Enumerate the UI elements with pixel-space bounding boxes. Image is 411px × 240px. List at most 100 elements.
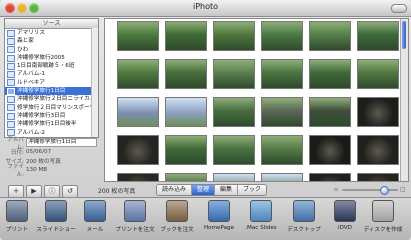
photo-thumbnail[interactable] (213, 97, 255, 127)
album-icon (7, 46, 15, 54)
source-list-item[interactable]: 沖縄修学旅行1日目後半 (5, 120, 98, 128)
photo-thumbnail[interactable] (165, 21, 207, 51)
homepage-button[interactable]: HomePage (196, 200, 242, 231)
info-size-value: 200 枚の写真 (26, 158, 61, 165)
source-list-item-label: 修学旅行２日目マリンスポーツ (17, 104, 96, 111)
zoom-slider-knob[interactable] (380, 186, 389, 195)
photo-thumbnail[interactable] (213, 135, 255, 165)
photo-thumbnail[interactable] (165, 59, 207, 89)
photo-thumbnail[interactable] (309, 59, 351, 89)
photo-thumbnail[interactable] (309, 97, 351, 127)
photo-count: 200 枚の写真 (98, 188, 136, 195)
toolbar-label: HomePage (203, 225, 235, 231)
burn-disc-icon (372, 200, 394, 222)
mode-tab[interactable]: 読み込み (157, 185, 193, 195)
photo-thumbnail[interactable] (117, 135, 159, 165)
source-list-item-label: 沖縄修学旅行２日目ニライカ… (17, 96, 96, 103)
order-book-icon (166, 200, 188, 222)
mail-icon (84, 200, 106, 222)
info-file-value: 130 MB (26, 166, 48, 173)
photo-thumbnail[interactable] (213, 59, 255, 89)
zoom-slider[interactable] (342, 186, 398, 195)
mode-tab[interactable]: 編集 (215, 185, 239, 195)
source-list-item-label: 沖縄修学旅行1日目後半 (17, 121, 77, 128)
album-name-field[interactable]: 沖縄修学旅行1日目 (26, 138, 97, 147)
source-list-item[interactable]: 沖縄修学旅行3日目 (5, 112, 98, 120)
toolbar-label: .Mac Slides (245, 225, 277, 231)
info-file-row: ファイル: 130 MB (4, 164, 97, 178)
source-list-item[interactable]: 森と家 (5, 37, 98, 45)
window-title: iPhoto (192, 2, 219, 11)
photo-thumbnail[interactable] (357, 135, 399, 165)
source-list-item[interactable]: ひわ (5, 46, 98, 54)
album-icon (7, 96, 15, 104)
photo-thumbnail[interactable] (357, 21, 399, 51)
info-file-label: ファイル: (7, 163, 24, 178)
photo-thumbnail[interactable] (117, 97, 159, 127)
photo-thumbnail[interactable] (117, 21, 159, 51)
photo-thumbnail[interactable] (261, 135, 303, 165)
mode-tab[interactable]: 整理 (192, 185, 216, 195)
mac-slides-button[interactable]: .Mac Slides (238, 200, 284, 231)
source-list-item-label: 沖縄修学旅行1日目 (17, 88, 66, 95)
photo-thumbnail[interactable] (165, 97, 207, 127)
photo-thumbnail[interactable] (357, 173, 399, 181)
photo-thumbnail[interactable] (357, 59, 399, 89)
order-prints-button[interactable]: プリントを注文 (112, 200, 158, 233)
slideshow-icon (45, 200, 67, 222)
album-icon (7, 37, 15, 45)
photo-thumbnail[interactable] (357, 97, 399, 127)
toolbar-label: ブックを注文 (160, 227, 194, 233)
album-icon (7, 62, 15, 70)
source-list-item[interactable]: 沖縄修学旅行２日目ニライカ… (5, 95, 98, 104)
order-prints-icon (124, 200, 146, 222)
source-list-item[interactable]: 修学旅行２日目マリンスポーツ (5, 104, 98, 112)
source-list-item[interactable]: ルドベキア (5, 79, 98, 87)
photo-thumbnail[interactable] (261, 59, 303, 89)
album-icon (7, 54, 15, 62)
source-list-item[interactable]: 沖縄修学旅行1日目 (5, 87, 98, 96)
photo-thumbnail[interactable] (309, 135, 351, 165)
source-list-item[interactable]: 沖縄修学旅行2005 (5, 54, 98, 62)
album-icon (7, 87, 15, 95)
rotate-icon: ↺ (67, 187, 73, 195)
toolbar-label: デスクトップ (287, 227, 321, 233)
homepage-icon (208, 200, 230, 222)
source-list-item-label: 沖縄修学旅行2005 (17, 54, 65, 61)
toolbar-toggle-button[interactable] (391, 4, 407, 13)
photo-thumbnail[interactable] (213, 21, 255, 51)
photo-thumbnail[interactable] (309, 21, 351, 51)
source-list-item[interactable]: アマリリス (5, 29, 98, 37)
photo-thumbnail[interactable] (261, 173, 303, 181)
source-list-header: ソース (5, 19, 98, 29)
mac-slides-icon (250, 200, 272, 222)
photo-thumbnail[interactable] (165, 173, 207, 181)
source-list-scrollbar[interactable] (91, 28, 98, 137)
source-list-item-label: ひわ (17, 46, 29, 53)
source-list-item-label: 沖縄修学旅行3日目 (17, 112, 66, 119)
photo-thumbnail[interactable] (117, 173, 159, 181)
photo-thumbnail[interactable] (213, 173, 255, 181)
burn-disc-button[interactable]: ディスクを作成 (360, 200, 406, 233)
photo-thumbnail[interactable] (261, 97, 303, 127)
desktop-button[interactable]: デスクトップ (281, 200, 327, 233)
large-thumb-icon: ▢ (400, 186, 406, 193)
mode-tab[interactable]: ブック (238, 185, 267, 195)
album-icon (7, 79, 15, 87)
play-icon: ▶ (31, 187, 37, 195)
source-list: ソース アマリリス 森と家 ひわ 沖縄修学旅行2005 1日目南部戦跡５・6班 アルバム-… (4, 18, 99, 138)
photo-thumbnail[interactable] (165, 135, 207, 165)
info-date-label: 日付: (10, 149, 24, 156)
scrollbar-thumb[interactable] (402, 21, 406, 49)
photo-thumbnail[interactable] (261, 21, 303, 51)
info-date-row: 日付: 05/06/07 (4, 147, 97, 156)
photo-thumbnail[interactable] (117, 59, 159, 89)
mode-tabs: 読み込み 整理 編集 ブック (156, 184, 268, 196)
photo-thumbnail[interactable] (309, 173, 351, 181)
source-list-item[interactable]: 1日目南部戦跡５・6班 (5, 62, 98, 70)
bottom-toolbar: プリント スライドショー メール プリントを注文 ブックを注文 HomePage .Mac … (0, 197, 411, 240)
order-book-button[interactable]: ブックを注文 (154, 200, 200, 233)
info-panel: アルバム: 沖縄修学旅行1日目 日付: 05/06/07 サイズ: 200 枚の… (4, 137, 97, 180)
photo-grid-scrollbar[interactable] (400, 19, 408, 181)
source-list-item[interactable]: アルバム-1 (5, 70, 98, 79)
